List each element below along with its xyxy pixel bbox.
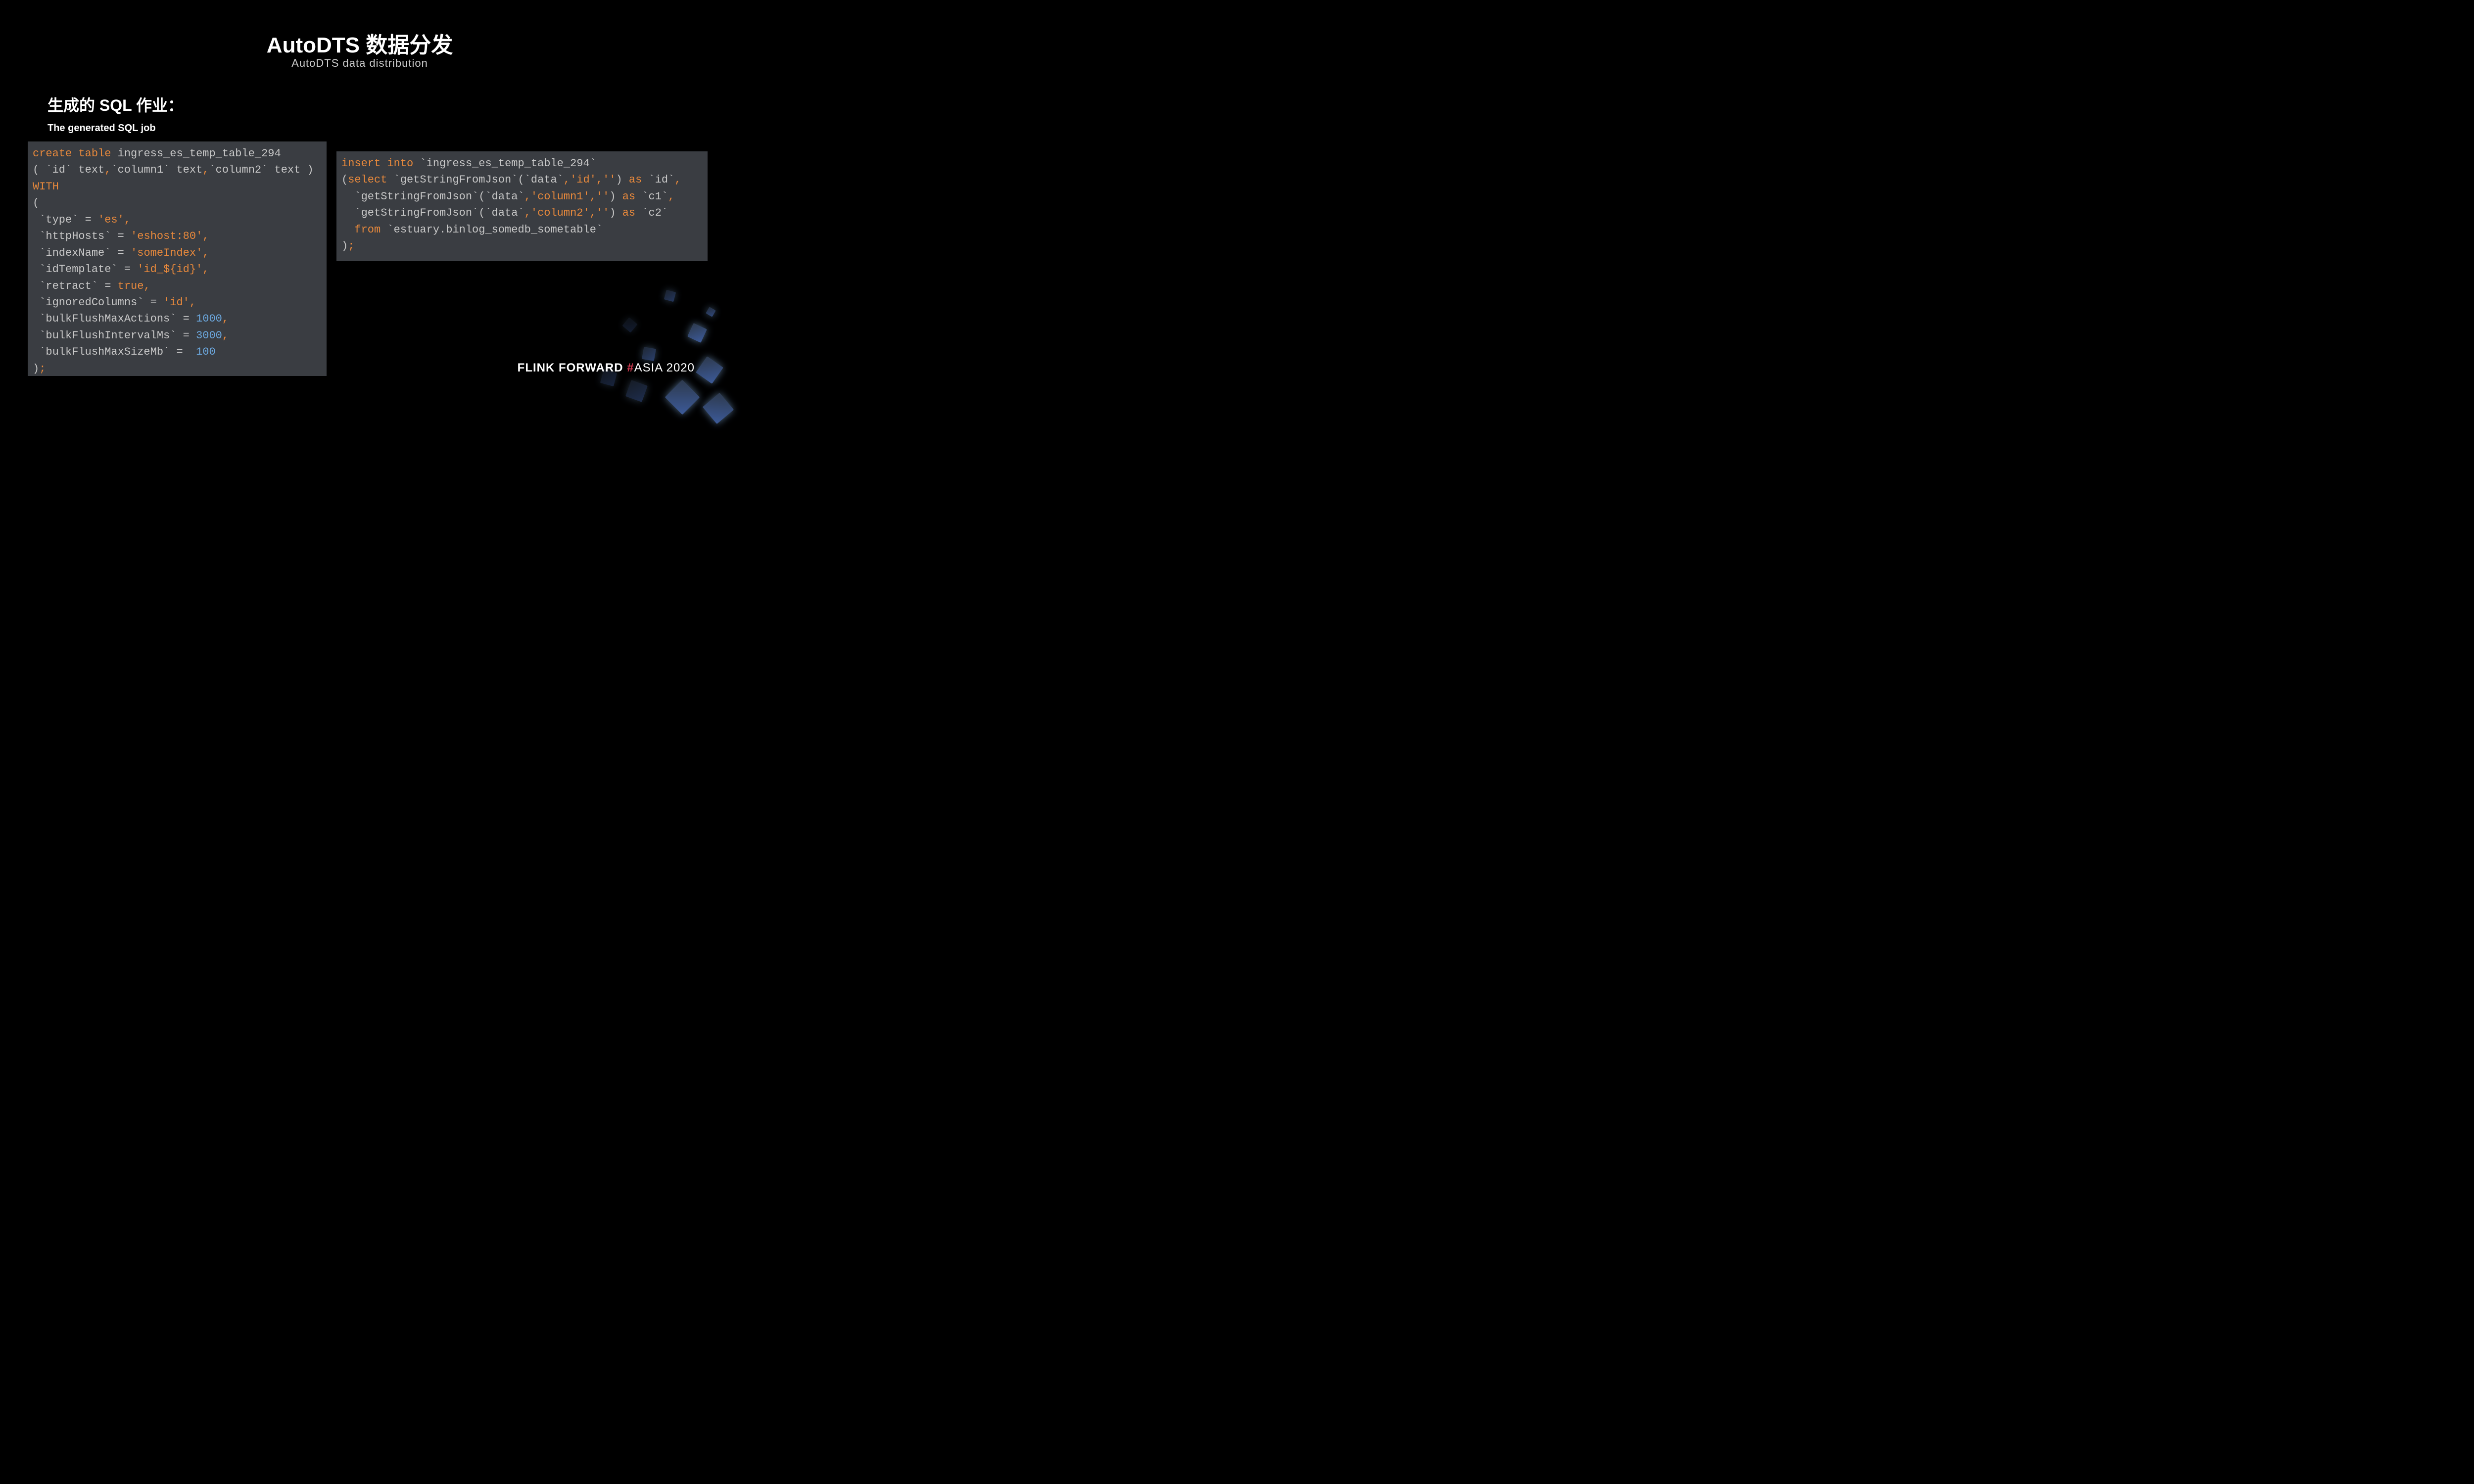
logo-part2: ASIA 2020: [634, 361, 695, 374]
page-title: AutoDTS 数据分发: [267, 27, 453, 59]
logo-hash: #: [627, 361, 634, 374]
code-block-create-table: create table ingress_es_temp_table_294 (…: [28, 141, 327, 376]
decorative-cubes: [546, 232, 744, 429]
page-subtitle: AutoDTS data distribution: [291, 57, 428, 70]
section-subtitle: The generated SQL job: [48, 123, 156, 134]
code-block-insert: insert into `ingress_es_temp_table_294` …: [336, 151, 708, 261]
conference-logo: FLINK FORWARD #ASIA 2020: [518, 361, 695, 375]
section-title: 生成的 SQL 作业：: [48, 93, 184, 116]
logo-part1: FLINK FORWARD: [518, 361, 627, 374]
